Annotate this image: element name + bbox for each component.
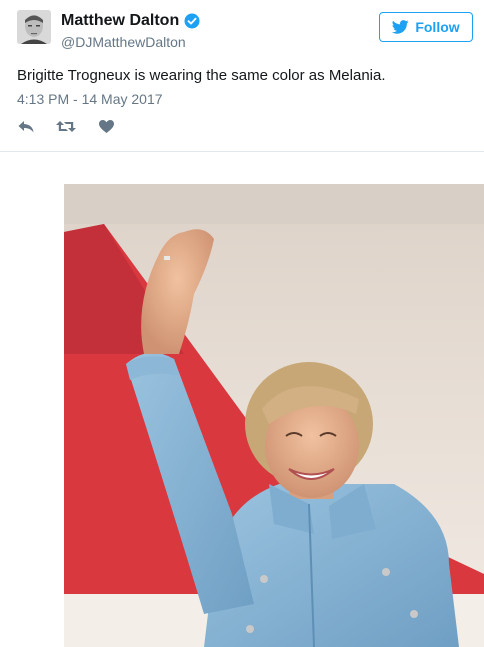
retweet-button[interactable] [55, 118, 77, 134]
verified-badge-icon [184, 13, 200, 29]
follow-label: Follow [415, 19, 460, 35]
author-handle[interactable]: @DJMatthewDalton [61, 34, 186, 50]
author-name-row: Matthew Dalton [61, 12, 200, 30]
bird-icon [392, 20, 409, 34]
tweet-actions [17, 118, 115, 134]
author-name[interactable]: Matthew Dalton [61, 12, 179, 30]
divider [0, 151, 484, 152]
tweet-photo[interactable] [64, 184, 484, 647]
heart-icon [98, 119, 114, 133]
tweet-header: Matthew Dalton @DJMatthewDalton Follow B… [0, 0, 484, 152]
tweet-timestamp[interactable]: 4:13 PM - 14 May 2017 [17, 91, 163, 107]
tweet-text: Brigitte Trogneux is wearing the same co… [17, 67, 386, 84]
author-avatar[interactable] [17, 10, 51, 44]
reply-icon [18, 120, 34, 132]
retweet-icon [56, 120, 76, 132]
follow-button[interactable]: Follow [379, 12, 473, 42]
reply-button[interactable] [17, 118, 35, 134]
like-button[interactable] [97, 118, 115, 134]
